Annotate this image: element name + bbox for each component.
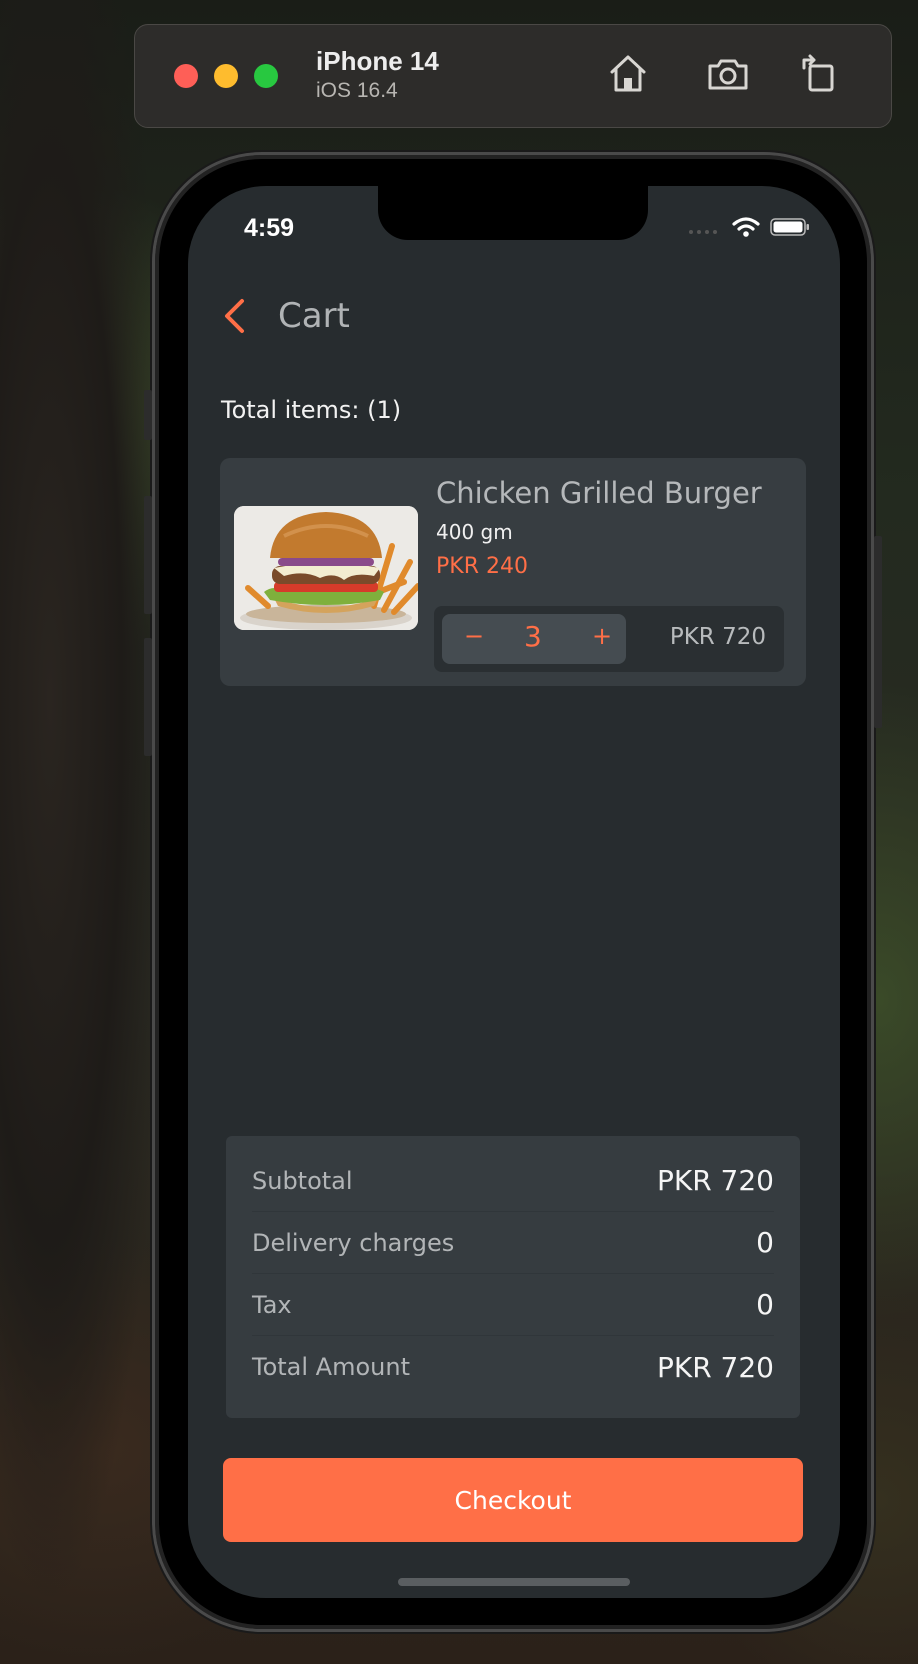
summary-label: Delivery charges	[252, 1228, 455, 1257]
volume-up-button	[144, 496, 152, 614]
line-total: PKR 720	[669, 624, 766, 650]
home-indicator[interactable]	[398, 1578, 630, 1586]
page-title: Cart	[278, 296, 350, 336]
close-window-button[interactable]	[174, 64, 198, 88]
cart-item-card: Chicken Grilled Burger 400 gm PKR 240 − …	[220, 458, 806, 686]
summary-value: 0	[756, 1288, 774, 1321]
simulator-toolbar	[134, 24, 892, 128]
item-unit-price: PKR 240	[436, 554, 528, 579]
minimize-window-button[interactable]	[214, 64, 238, 88]
item-weight: 400 gm	[436, 520, 513, 544]
summary-label: Tax	[252, 1290, 292, 1319]
status-icons	[688, 216, 810, 242]
os-version: iOS 16.4	[316, 79, 398, 102]
zoom-window-button[interactable]	[254, 64, 278, 88]
summary-row-subtotal: Subtotal PKR 720	[252, 1150, 774, 1212]
power-button	[874, 536, 882, 728]
summary-row-delivery: Delivery charges 0	[252, 1212, 774, 1274]
quantity-stepper[interactable]: − 3 +	[442, 614, 626, 664]
quantity-row: − 3 + PKR 720	[434, 606, 784, 672]
order-summary: Subtotal PKR 720 Delivery charges 0 Tax …	[226, 1136, 800, 1418]
summary-value: PKR 720	[656, 1350, 774, 1384]
header: Cart	[222, 296, 350, 336]
app-screen: 4:59 Cart Total items: (1) Chicken Grill…	[188, 186, 840, 1598]
battery-icon	[770, 217, 810, 241]
mute-switch	[144, 390, 152, 440]
burger-image	[234, 506, 418, 630]
status-time: 4:59	[244, 214, 295, 242]
summary-row-tax: Tax 0	[252, 1274, 774, 1336]
summary-value: 0	[756, 1226, 774, 1259]
wifi-icon	[732, 216, 760, 242]
increment-button[interactable]: +	[592, 622, 612, 650]
decrement-button[interactable]: −	[464, 622, 484, 650]
screenshot-icon[interactable]	[706, 52, 750, 94]
summary-label: Subtotal	[252, 1166, 353, 1195]
checkout-button[interactable]: Checkout	[223, 1458, 803, 1542]
notch	[378, 186, 648, 240]
item-name: Chicken Grilled Burger	[436, 476, 762, 510]
device-name: iPhone 14	[316, 46, 439, 76]
summary-row-total: Total Amount PKR 720	[252, 1336, 774, 1398]
home-icon[interactable]	[606, 52, 650, 94]
volume-down-button	[144, 638, 152, 756]
quantity-value: 3	[524, 620, 542, 653]
back-arrow-icon[interactable]	[222, 298, 248, 334]
signal-icon	[688, 220, 722, 239]
summary-label: Total Amount	[252, 1353, 410, 1381]
summary-value: PKR 720	[656, 1164, 774, 1197]
total-items-label: Total items: (1)	[221, 396, 402, 424]
rotate-icon[interactable]	[798, 52, 842, 94]
